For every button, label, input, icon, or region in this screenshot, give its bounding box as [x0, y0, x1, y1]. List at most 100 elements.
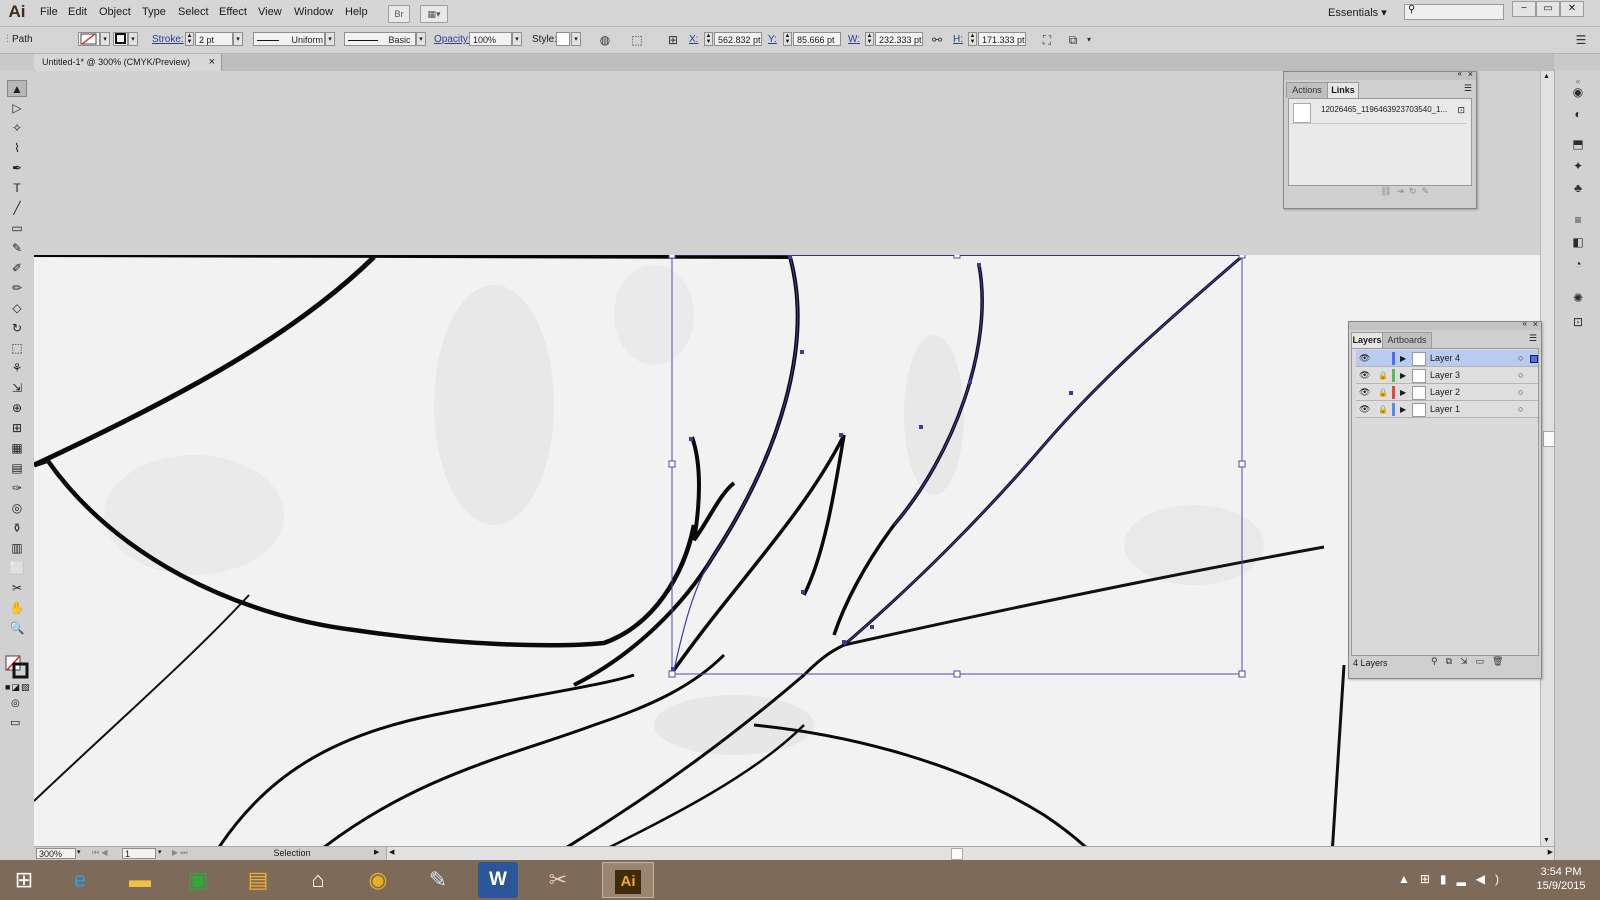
close-icon[interactable]: ×	[1468, 69, 1473, 79]
stroke-swatch[interactable]	[113, 32, 128, 46]
zoom-field[interactable]: 300%	[36, 848, 76, 859]
gradient-tool-icon[interactable]: ▤	[7, 460, 27, 477]
artboard-tool-icon[interactable]: ⬜	[7, 560, 27, 577]
eyedropper-tool-icon[interactable]: ✑	[7, 480, 27, 497]
stroke-label[interactable]: Stroke:	[152, 33, 184, 47]
horizontal-scrollbar-thumb[interactable]	[951, 848, 963, 860]
menu-file[interactable]: File	[40, 6, 58, 18]
layer-row[interactable]: 👁 ▶ Layer 4 ○	[1356, 350, 1538, 367]
close-button[interactable]: ✕	[1560, 1, 1584, 17]
stroke-weight-stepper[interactable]: ▲ ▼	[185, 32, 194, 46]
reference-point-icon[interactable]: ⊞	[666, 33, 680, 47]
artboard-nav-prev-icon[interactable]: ⏮ ◀	[92, 848, 108, 858]
color-mode-icons[interactable]: ■◪▨	[5, 682, 30, 693]
blend-tool-icon[interactable]: ◎	[7, 500, 27, 517]
eraser-tool-icon[interactable]: ◇	[7, 300, 27, 317]
artboard-dropdown-icon[interactable]: ▾	[158, 848, 162, 856]
list-item[interactable]: 12026465_11964639237035​40_1... ⊡	[1291, 101, 1467, 124]
rectangle-tool-icon[interactable]: ▭	[7, 220, 27, 237]
status-menu-icon[interactable]: ▶	[374, 848, 379, 856]
w-stepper[interactable]: ▲ ▼	[865, 32, 874, 46]
eye-icon[interactable]: 👁	[1359, 367, 1370, 384]
workspace-switcher[interactable]: Essentials ▾	[1328, 6, 1387, 19]
search-input[interactable]: ⚲	[1404, 4, 1504, 20]
blob-brush-tool-icon[interactable]: ✏	[7, 280, 27, 297]
perspective-grid-tool-icon[interactable]: ⊞	[7, 420, 27, 437]
direct-selection-tool-icon[interactable]: ▷	[7, 100, 27, 117]
layers-panel-actions[interactable]: ⚲⧉⇲▭🗑	[1431, 656, 1512, 667]
target-icon[interactable]: ○	[1518, 350, 1523, 367]
expand-arrow-icon[interactable]: ▶	[1400, 384, 1406, 401]
tab-links[interactable]: Links	[1327, 82, 1359, 98]
eye-icon[interactable]: 👁	[1359, 401, 1370, 418]
target-icon[interactable]: ○	[1518, 384, 1523, 401]
gradient-panel-icon[interactable]: ◧	[1568, 234, 1588, 250]
recolor-artwork-icon[interactable]: ◍	[598, 33, 612, 47]
expand-arrow-icon[interactable]: ▶	[1400, 367, 1406, 384]
h-field[interactable]: 171.333 pt	[978, 32, 1026, 46]
eye-icon[interactable]: 👁	[1359, 350, 1370, 367]
transparency-panel-icon[interactable]: ◔	[1568, 256, 1588, 272]
swatches-panel-icon[interactable]: ⬒	[1568, 136, 1588, 152]
constrain-proportions-icon[interactable]: ⚯	[930, 33, 944, 47]
profile-dropdown[interactable]: ▾	[325, 32, 335, 46]
h-stepper[interactable]: ▲ ▼	[968, 32, 977, 46]
w-field[interactable]: 232.333 pt	[875, 32, 923, 46]
scale-tool-icon[interactable]: ⬚	[7, 340, 27, 357]
align-to-icon[interactable]: ⬚	[630, 33, 644, 47]
ie-icon[interactable]: e	[60, 862, 100, 898]
clock[interactable]: 3:54 PM 15/9/2015	[1526, 865, 1596, 893]
collapse-icon[interactable]: «	[1458, 69, 1462, 78]
vertical-scrollbar[interactable]: ▲ ▼	[1540, 71, 1555, 846]
chevron-down-icon[interactable]: ▾	[1082, 33, 1096, 47]
panel-menu-icon[interactable]: ☰	[1529, 333, 1537, 344]
panel-menu-icon[interactable]: ☰	[1464, 83, 1472, 94]
scroll-right-icon[interactable]: ▶	[1548, 848, 1553, 856]
graphic-style-swatch[interactable]	[556, 32, 570, 46]
lock-icon[interactable]: 🔒	[1378, 401, 1388, 418]
document-tab[interactable]: Untitled-1* @ 300% (CMYK/Preview) ×	[34, 54, 222, 71]
artboard-field[interactable]: 1	[122, 848, 156, 859]
close-icon[interactable]: ×	[1533, 319, 1538, 329]
system-tray-icons[interactable]: ▲⊞▮▂◀)	[1398, 872, 1509, 886]
stroke-dropdown[interactable]: ▾	[128, 32, 138, 46]
layer-row[interactable]: 👁 🔒 ▶ Layer 1 ○	[1356, 401, 1538, 418]
store-icon[interactable]: ▣	[178, 862, 218, 898]
brush-dropdown[interactable]: ▾	[416, 32, 426, 46]
lock-icon[interactable]: 🔒	[1378, 384, 1388, 401]
hand-tool-icon[interactable]: ✋	[7, 600, 27, 617]
stroke-weight-dropdown[interactable]: ▾	[233, 32, 243, 46]
color-panel-icon[interactable]: ◉	[1568, 84, 1588, 100]
target-icon[interactable]: ○	[1518, 401, 1523, 418]
opacity-dropdown[interactable]: ▾	[512, 32, 522, 46]
shape-builder-tool-icon[interactable]: ⊕	[7, 400, 27, 417]
menu-select[interactable]: Select	[178, 6, 209, 18]
menu-effect[interactable]: Effect	[219, 6, 247, 18]
style-dropdown[interactable]: ▾	[571, 32, 581, 46]
column-graph-tool-icon[interactable]: ▥	[7, 540, 27, 557]
pen-tool-icon[interactable]: ✒	[7, 160, 27, 177]
restore-button[interactable]: ▭	[1536, 1, 1560, 17]
close-icon[interactable]: ×	[209, 54, 215, 71]
fill-swatch[interactable]	[78, 32, 100, 46]
start-icon[interactable]: ⊞	[4, 862, 44, 898]
x-field[interactable]: 562.832 pt	[714, 32, 762, 46]
paint-icon[interactable]: ✎	[418, 862, 458, 898]
selection-tool-icon[interactable]: ▲	[7, 80, 27, 97]
bridge-button[interactable]: Br	[388, 5, 410, 23]
arrange-documents-button[interactable]: ▦▾	[420, 5, 448, 23]
x-stepper[interactable]: ▲ ▼	[704, 32, 713, 46]
graphic-styles-panel-icon[interactable]: ⊡	[1568, 314, 1588, 330]
expand-arrow-icon[interactable]: ▶	[1400, 350, 1406, 367]
explorer-icon[interactable]: ▬	[120, 862, 160, 898]
scroll-down-icon[interactable]: ▼	[1543, 837, 1550, 844]
free-transform-tool-icon[interactable]: ⇲	[7, 380, 27, 397]
links-panel-actions[interactable]: ⛓⇥↻✎	[1380, 186, 1434, 197]
layer-row[interactable]: 👁 🔒 ▶ Layer 3 ○	[1356, 367, 1538, 384]
scroll-left-icon[interactable]: ◀	[389, 848, 394, 856]
panel-menu-icon[interactable]: ☰	[1574, 33, 1588, 47]
menu-type[interactable]: Type	[142, 6, 166, 18]
placed-sketch-artwork[interactable]	[34, 255, 1554, 846]
snipping-icon[interactable]: ✂	[538, 862, 578, 898]
lock-icon[interactable]: 🔒	[1378, 367, 1388, 384]
